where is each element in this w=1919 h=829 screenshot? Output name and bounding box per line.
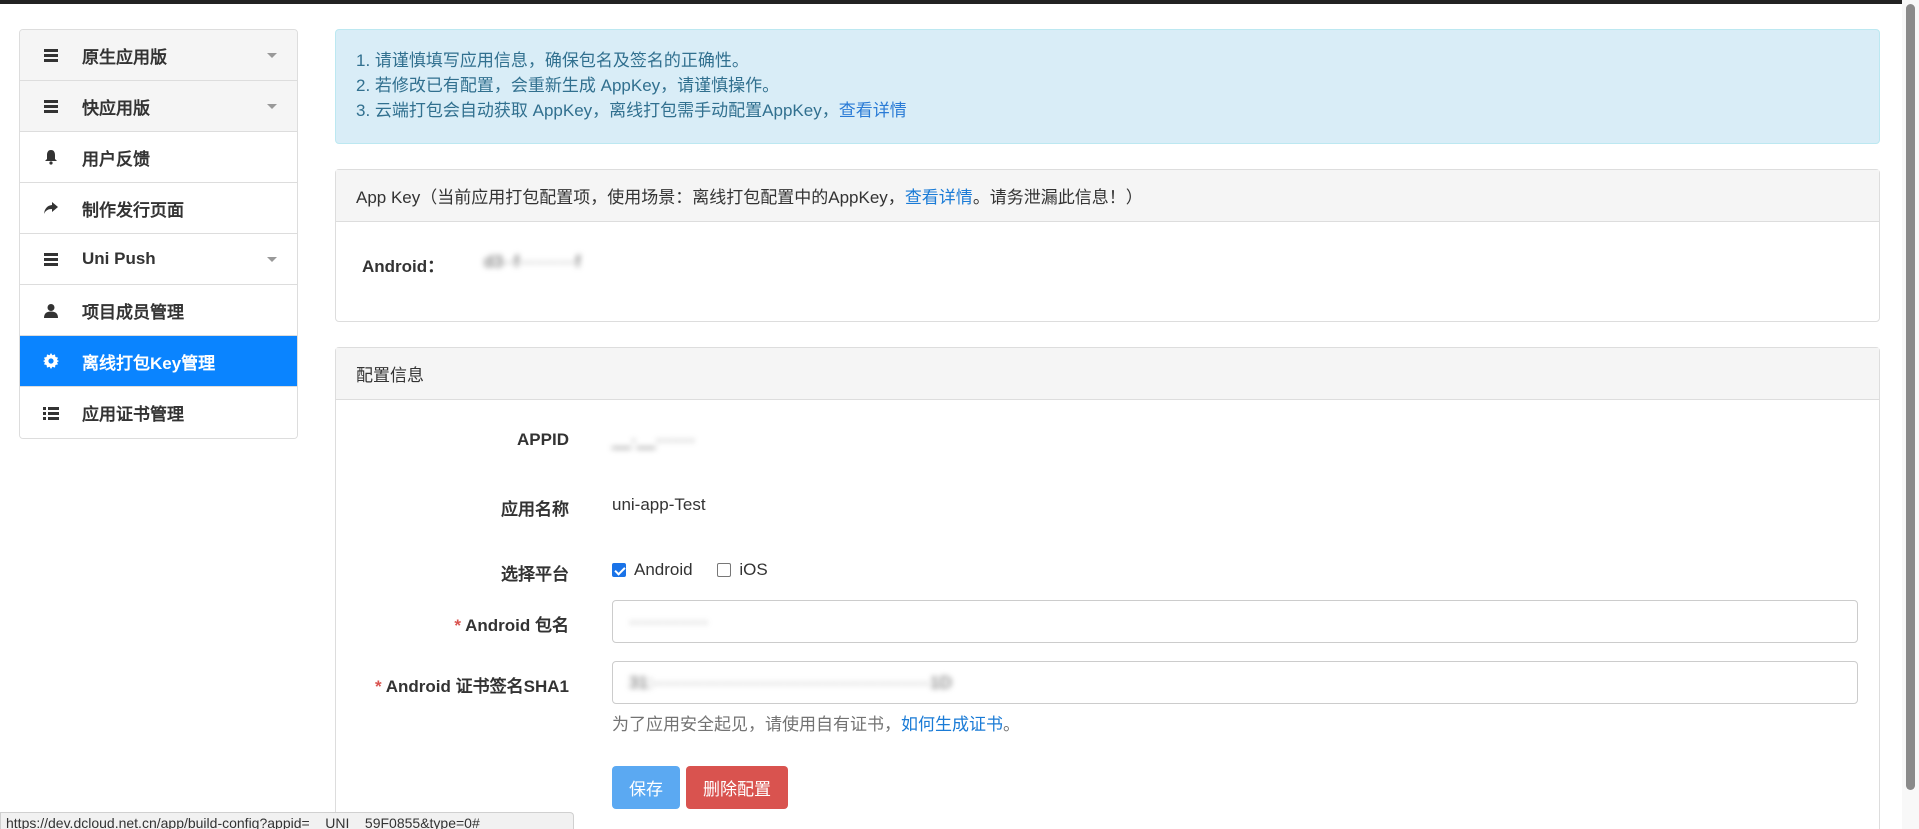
platform-label: 选择平台 xyxy=(501,565,569,584)
ios-option-label: iOS xyxy=(739,560,768,579)
appkey-panel-heading: App Key（当前应用打包配置项，使用场景：离线打包配置中的AppKey， 查看… xyxy=(336,170,1879,222)
sidebar-menu: 原生应用版 快应用版 用户反馈 制作发行页面 Uni Push 项目成员管理 离… xyxy=(19,29,298,439)
help-text: 为了应用安全起见，请使用自有证书， xyxy=(612,715,901,734)
sha1-label: * Android 证书签名SHA1 xyxy=(375,672,569,697)
scrollbar-thumb[interactable] xyxy=(1906,4,1915,790)
sidebar-item-release-page[interactable]: 制作发行页面 xyxy=(20,183,297,234)
package-label: * Android 包名 xyxy=(454,611,569,636)
appid-label: APPID xyxy=(517,430,569,449)
sidebar-item-label: 离线打包Key管理 xyxy=(82,353,216,373)
list-icon xyxy=(40,45,62,65)
share-arrow-icon xyxy=(40,198,62,218)
appid-value: __·__······· xyxy=(612,430,696,449)
sidebar-item-label: Uni Push xyxy=(82,249,156,268)
notice-alert: 1. 请谨慎填写应用信息，确保包名及签名的正确性。 2. 若修改已有配置，会重新… xyxy=(335,29,1880,144)
list-bullets-icon xyxy=(40,403,62,423)
sidebar-item-native-app[interactable]: 原生应用版 xyxy=(20,30,297,81)
notice-line-1: 1. 请谨慎填写应用信息，确保包名及签名的正确性。 xyxy=(356,51,749,70)
appkey-heading-text: App Key（当前应用打包配置项，使用场景：离线打包配置中的AppKey， xyxy=(356,188,905,207)
bell-icon xyxy=(40,147,62,167)
required-marker: * xyxy=(375,677,382,696)
config-panel-heading: 配置信息 xyxy=(336,348,1879,400)
android-option-label: Android xyxy=(634,560,693,579)
platform-options: Android iOS xyxy=(612,560,768,580)
app-name-label: 应用名称 xyxy=(501,500,569,519)
save-button[interactable]: 保存 xyxy=(612,766,680,809)
android-key-value: d3··f··········f xyxy=(484,252,581,271)
chevron-down-icon xyxy=(267,104,277,109)
sidebar-item-uni-push[interactable]: Uni Push xyxy=(20,234,297,285)
ios-checkbox[interactable] xyxy=(717,563,732,577)
window-top-bar xyxy=(0,0,1919,4)
package-label-text: Android 包名 xyxy=(465,616,569,635)
appkey-panel: App Key（当前应用打包配置项，使用场景：离线打包配置中的AppKey， 查看… xyxy=(335,169,1880,322)
how-to-generate-cert-link[interactable]: 如何生成证书 xyxy=(901,715,1003,734)
sidebar-item-quick-app[interactable]: 快应用版 xyxy=(20,81,297,132)
sidebar-item-offline-key[interactable]: 离线打包Key管理 xyxy=(20,336,297,387)
sidebar-item-label: 应用证书管理 xyxy=(82,405,184,424)
android-key-label: Android： xyxy=(362,257,445,276)
sidebar-item-label: 制作发行页面 xyxy=(82,200,184,220)
sha1-input[interactable]: 31:·····································… xyxy=(612,661,1858,704)
help-suffix: 。 xyxy=(1003,715,1020,734)
sidebar-item-label: 项目成员管理 xyxy=(82,302,184,322)
sha1-value: 31:·····································… xyxy=(629,672,952,692)
chevron-down-icon xyxy=(267,257,277,262)
appkey-details-link[interactable]: 查看详情 xyxy=(905,183,973,208)
android-checkbox[interactable] xyxy=(612,563,626,577)
sha1-label-text: Android 证书签名SHA1 xyxy=(385,677,569,696)
chevron-down-icon xyxy=(267,53,277,58)
delete-config-button[interactable]: 删除配置 xyxy=(686,766,788,809)
sidebar-item-label: 原生应用版 xyxy=(82,47,167,67)
sidebar-item-certificates[interactable]: 应用证书管理 xyxy=(20,387,297,438)
sidebar-item-members[interactable]: 项目成员管理 xyxy=(20,285,297,336)
gear-icon xyxy=(40,351,62,371)
list-icon xyxy=(40,96,62,116)
package-name-value: ·············· xyxy=(629,611,709,631)
vertical-scrollbar[interactable] xyxy=(1902,0,1919,829)
list-icon xyxy=(40,249,62,269)
user-icon xyxy=(40,300,62,320)
notice-details-link[interactable]: 查看详情 xyxy=(839,101,907,120)
package-name-input[interactable]: ·············· xyxy=(612,600,1858,643)
notice-line-3: 3. 云端打包会自动获取 AppKey，离线打包需手动配置AppKey，查看详情 xyxy=(356,98,1859,123)
status-url-bar: https://dev.dcloud.net.cn/app/build-conf… xyxy=(0,812,574,829)
app-name-value: uni-app-Test xyxy=(612,495,706,514)
sidebar-item-label: 快应用版 xyxy=(82,98,150,118)
sha1-help-text: 为了应用安全起见，请使用自有证书，如何生成证书。 xyxy=(612,710,1020,735)
notice-line-2: 2. 若修改已有配置，会重新生成 AppKey，请谨慎操作。 xyxy=(356,76,780,95)
sidebar-item-label: 用户反馈 xyxy=(82,149,150,169)
sidebar-item-feedback[interactable]: 用户反馈 xyxy=(20,132,297,183)
appkey-heading-suffix: 。请务泄漏此信息！） xyxy=(972,188,1143,207)
notice-line-3-text: 3. 云端打包会自动获取 AppKey，离线打包需手动配置AppKey， xyxy=(356,101,839,120)
config-panel: 配置信息 APPID __·__······· 应用名称 uni-app-Tes… xyxy=(335,347,1880,829)
required-marker: * xyxy=(454,616,462,635)
